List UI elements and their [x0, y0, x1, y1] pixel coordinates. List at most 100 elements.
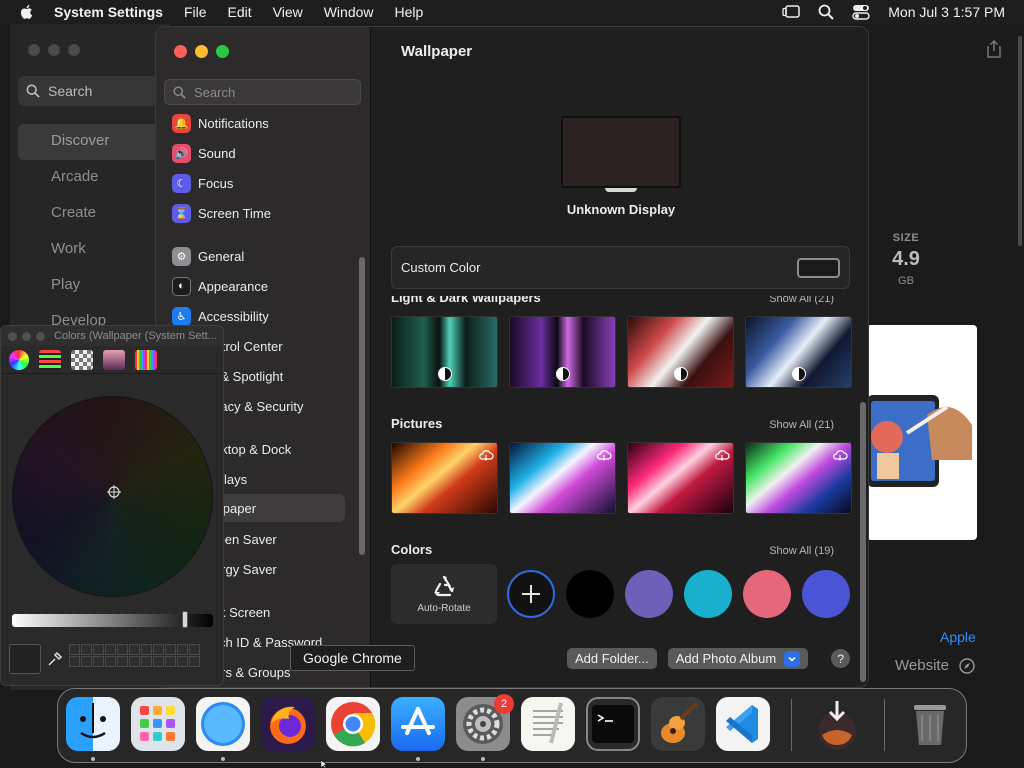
wallpaper-thumbnail[interactable] — [745, 442, 852, 514]
wallpaper-footer: Add Folder... Add Photo Album ? — [567, 648, 851, 669]
eyedropper-icon[interactable] — [47, 651, 63, 667]
sidebar-item-general[interactable]: ⚙ General — [164, 242, 345, 270]
color-swatch-black[interactable] — [566, 570, 614, 618]
app-store-traffic-lights — [28, 44, 80, 56]
section-title: Light & Dark Wallpapers — [391, 296, 541, 305]
app-store-search-field[interactable]: Search — [18, 76, 158, 106]
running-indicator — [221, 757, 225, 761]
compass-icon — [959, 657, 975, 674]
color-palettes-tab-icon[interactable] — [71, 349, 93, 370]
sidebar-item-label: Screen Time — [198, 205, 271, 221]
image-palettes-tab-icon[interactable] — [103, 349, 125, 370]
control-center-icon[interactable] — [852, 4, 870, 20]
display-name: Unknown Display — [566, 202, 676, 217]
show-all-button[interactable]: Show All (19) — [769, 545, 834, 557]
dock-firefox-icon[interactable] — [261, 697, 315, 751]
apple-logo-icon[interactable] — [18, 3, 36, 21]
dock-terminal-icon[interactable] — [586, 697, 640, 751]
zoom-button[interactable] — [216, 45, 229, 58]
menu-clock[interactable]: Mon Jul 3 1:57 PM — [888, 4, 1005, 20]
zoom-button[interactable] — [68, 44, 80, 56]
menu-window[interactable]: Window — [324, 4, 374, 20]
close-button[interactable] — [8, 331, 17, 341]
settings-search-field[interactable]: Search — [164, 79, 361, 105]
dynamic-wallpapers-row — [391, 316, 852, 388]
website-label: Website — [895, 657, 949, 674]
wallpaper-thumbnail[interactable] — [391, 442, 498, 514]
sidebar-scrollbar[interactable] — [359, 257, 365, 555]
as-nav-work[interactable]: Work — [18, 232, 158, 268]
add-color-button[interactable] — [507, 570, 555, 618]
help-button[interactable]: ? — [831, 649, 851, 668]
spotlight-search-icon[interactable] — [818, 4, 834, 20]
sidebar-item-sound[interactable]: 🔊 Sound — [164, 139, 345, 167]
dock-garageband-icon[interactable] — [651, 697, 705, 751]
color-swatch-purple[interactable] — [625, 570, 673, 618]
dynamic-wallpapers-header: Light & Dark Wallpapers Show All (21) — [391, 296, 834, 306]
as-nav-discover[interactable]: Discover — [18, 124, 158, 160]
developer-link[interactable]: Apple — [940, 629, 976, 645]
color-wheel-tab-icon[interactable] — [9, 349, 29, 370]
sidebar-item-label: Appearance — [198, 278, 269, 294]
custom-color-well[interactable] — [797, 257, 840, 278]
menu-view[interactable]: View — [273, 4, 303, 20]
sidebar-item-screen-time[interactable]: ⌛ Screen Time — [164, 199, 345, 227]
as-nav-play[interactable]: Play — [18, 268, 158, 304]
dock-trash-icon[interactable] — [903, 697, 957, 751]
dock-finder-icon[interactable] — [66, 697, 120, 751]
sidebar-item-notifications[interactable]: 🔔 Notifications — [164, 109, 345, 137]
custom-color-row[interactable]: Custom Color — [391, 246, 850, 289]
dock-textedit-icon[interactable] — [521, 697, 575, 751]
size-value: 4.9 — [892, 248, 920, 270]
color-swatch-cyan[interactable] — [684, 570, 732, 618]
brightness-slider-knob[interactable] — [182, 611, 188, 628]
add-photo-album-button[interactable]: Add Photo Album — [667, 648, 809, 669]
share-icon[interactable] — [986, 40, 1002, 58]
minimize-button[interactable] — [48, 44, 60, 56]
stage-manager-icon[interactable] — [782, 4, 801, 20]
sidebar-item-appearance[interactable]: ◐ Appearance — [164, 272, 345, 300]
close-button[interactable] — [174, 45, 187, 58]
add-folder-button[interactable]: Add Folder... — [567, 648, 657, 669]
wallpaper-thumbnail[interactable] — [627, 442, 734, 514]
wallpaper-thumbnail[interactable] — [509, 316, 616, 388]
menu-app-name[interactable]: System Settings — [54, 4, 163, 20]
dock-launchpad-icon[interactable] — [131, 697, 185, 751]
color-swatch-pink[interactable] — [743, 570, 791, 618]
pencils-tab-icon[interactable] — [135, 349, 157, 370]
wallpaper-thumbnail[interactable] — [391, 316, 498, 388]
as-nav-arcade[interactable]: Arcade — [18, 160, 158, 196]
menu-help[interactable]: Help — [395, 4, 424, 20]
speaker-icon: 🔊 — [172, 143, 191, 163]
dock-vscode-icon[interactable] — [716, 697, 770, 751]
color-swatch-grid[interactable] — [69, 644, 200, 667]
dock-safari-icon[interactable] — [196, 697, 250, 751]
minimize-button[interactable] — [22, 331, 31, 341]
color-swatch-blue[interactable] — [802, 570, 850, 618]
auto-rotate-button[interactable]: Auto-Rotate — [391, 564, 497, 624]
wallpaper-thumbnail[interactable] — [509, 442, 616, 514]
show-all-button[interactable]: Show All (21) — [769, 296, 834, 305]
close-button[interactable] — [28, 44, 40, 56]
show-all-button[interactable]: Show All (21) — [769, 419, 834, 431]
app-store-scrollbar[interactable] — [1018, 36, 1022, 246]
menu-file[interactable]: File — [184, 4, 207, 20]
wallpaper-thumbnail[interactable] — [627, 316, 734, 388]
wallpaper-scrollbar[interactable] — [860, 402, 866, 682]
dock-downloads-stack-icon[interactable] — [810, 697, 864, 751]
website-link[interactable]: Website — [895, 657, 975, 674]
section-title: Pictures — [391, 416, 443, 431]
current-color-well[interactable] — [9, 644, 41, 674]
dock-app-store-icon[interactable] — [391, 697, 445, 751]
as-nav-create[interactable]: Create — [18, 196, 158, 232]
color-sliders-tab-icon[interactable] — [39, 349, 61, 370]
menu-edit[interactable]: Edit — [228, 4, 252, 20]
cloud-download-icon — [597, 450, 612, 461]
wallpaper-thumbnail[interactable] — [745, 316, 852, 388]
dock-chrome-icon[interactable] — [326, 697, 380, 751]
dock: 2 — [57, 688, 967, 763]
zoom-button[interactable] — [36, 331, 45, 341]
minimize-button[interactable] — [195, 45, 208, 58]
sidebar-item-focus[interactable]: ☾ Focus — [164, 169, 345, 197]
cloud-download-icon — [833, 450, 848, 461]
